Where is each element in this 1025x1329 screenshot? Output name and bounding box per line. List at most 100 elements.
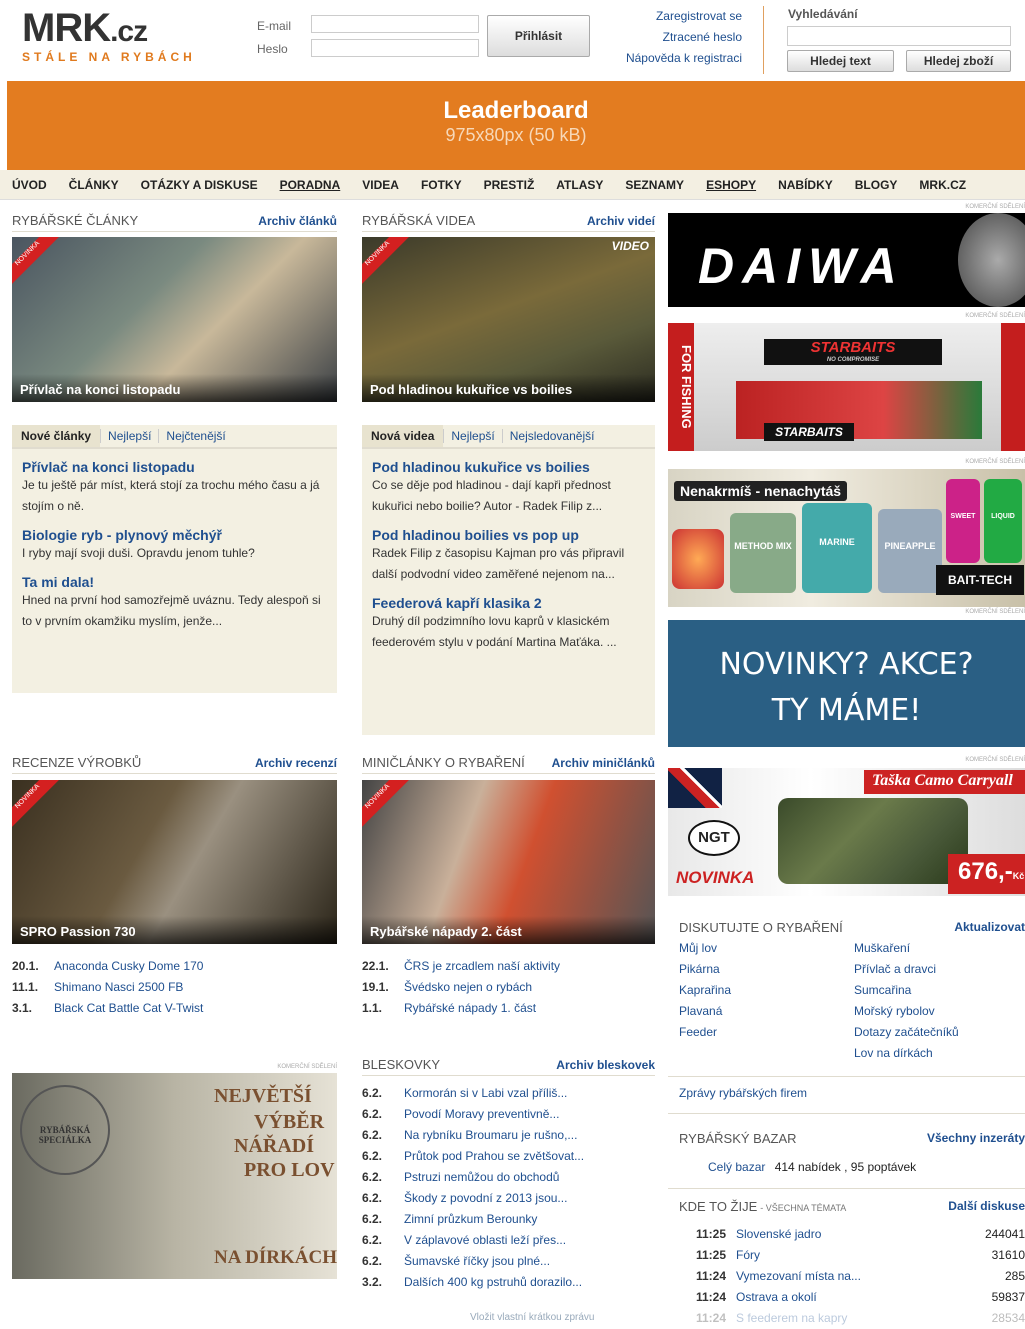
item-link[interactable]: Na rybníku Broumaru je rušno,... (404, 1128, 577, 1142)
forum-link[interactable]: Plavaná (679, 1004, 722, 1018)
register-link[interactable]: Zaregistrovat se (600, 9, 742, 23)
search-input[interactable] (787, 26, 1011, 46)
tab-best-videos[interactable]: Nejlepší (443, 429, 501, 443)
forum-link[interactable]: Lov na dírkách (854, 1046, 933, 1060)
nav-item[interactable]: VIDEA (362, 178, 399, 192)
list-item[interactable]: 6.2. V záplavové oblasti leží přes... (362, 1230, 655, 1251)
tab-new-videos[interactable]: Nová videa (362, 425, 444, 447)
item-link[interactable]: Švédsko nejen o rybách (404, 980, 532, 994)
article-title[interactable]: Ta mi dala! (22, 574, 337, 590)
list-item[interactable]: 6.2. Šumavské říčky jsou plné... (362, 1251, 655, 1272)
nav-item[interactable]: NABÍDKY (778, 178, 833, 192)
list-item[interactable]: 3.1. Black Cat Battle Cat V-Twist (12, 998, 337, 1019)
article-title[interactable]: Biologie ryb - plynový měchýř (22, 527, 337, 543)
reviews-archive-link[interactable]: Archiv recenzí (255, 756, 337, 770)
list-item[interactable]: 11:25 Slovenské jadro 244041 (696, 1224, 1025, 1245)
item-link[interactable]: Zimní průzkum Berounky (404, 1212, 537, 1226)
list-item[interactable]: 6.2. Pstruzi nemůžou do obchodů (362, 1167, 655, 1188)
item-link[interactable]: Ostrava a okolí (736, 1287, 992, 1308)
nav-item[interactable]: PORADNA (280, 178, 341, 192)
forum-link[interactable]: Feeder (679, 1025, 717, 1039)
item-link[interactable]: Šumavské říčky jsou plné... (404, 1254, 550, 1268)
articles-archive-link[interactable]: Archiv článků (258, 214, 337, 228)
list-item[interactable]: 3.2. Dalších 400 kg pstruhů dorazilo... (362, 1272, 655, 1293)
bazar-all-link[interactable]: Všechny inzeráty (927, 1131, 1025, 1145)
nav-item[interactable]: ESHOPY (706, 178, 756, 192)
list-item[interactable]: 11:24 Vymezovaní místa na... 285 (696, 1266, 1025, 1287)
discuss-refresh-link[interactable]: Aktualizovat (954, 920, 1025, 934)
news-add-link[interactable]: Vložit vlastní krátkou zprávu (470, 1312, 595, 1323)
baittech-ad[interactable]: Nenakrmíš - nenachytáš METHOD MIX MARINE… (668, 469, 1025, 607)
item-link[interactable]: Kormorán si v Labi vzal příliš... (404, 1086, 567, 1100)
item-link[interactable]: ČRS je zrcadlem naší aktivity (404, 959, 560, 973)
nav-item[interactable]: OTÁZKY A DISKUSE (141, 178, 258, 192)
nav-item[interactable]: ATLASY (556, 178, 603, 192)
firms-news-text[interactable]: Zprávy rybářských firem (679, 1086, 807, 1100)
list-item[interactable]: 6.2. Na rybníku Broumaru je rušno,... (362, 1125, 655, 1146)
list-item[interactable]: 6.2. Škody z povodní z 2013 jsou... (362, 1188, 655, 1209)
list-item[interactable]: 11:24 S feederem na kapry 28534 (696, 1308, 1025, 1329)
search-goods-button[interactable]: Hledej zboží (906, 50, 1011, 72)
item-link[interactable]: Slovenské jadro (736, 1224, 985, 1245)
video-title[interactable]: Pod hladinou boilies vs pop up (372, 527, 655, 543)
nav-item[interactable]: MRK.CZ (919, 178, 966, 192)
novinky-ad[interactable]: NOVINKY? AKCE? TY MÁME! (668, 620, 1025, 747)
article-title[interactable]: Přívlač na konci listopadu (22, 459, 337, 475)
leaderboard-banner[interactable]: Leaderboard 975x80px (50 kB) (7, 81, 1025, 170)
mini-archive-link[interactable]: Archiv miničlánků (552, 756, 655, 770)
lost-password-link[interactable]: Ztracené heslo (600, 30, 742, 44)
video-title[interactable]: Pod hladinou kukuřice vs boilies (372, 459, 655, 475)
live-more-link[interactable]: Další diskuse (948, 1199, 1025, 1213)
bazar-link[interactable]: Celý bazar (708, 1160, 765, 1174)
register-help-link[interactable]: Nápověda k registraci (600, 51, 742, 65)
list-item[interactable]: 22.1. ČRS je zrcadlem naší aktivity (362, 956, 655, 977)
videos-photo[interactable]: NOVINKA VIDEO Pod hladinou kukuřice vs b… (362, 237, 655, 402)
forum-link[interactable]: Sumcařina (854, 983, 911, 997)
list-item[interactable]: 6.2. Průtok pod Prahou se zvětšovat... (362, 1146, 655, 1167)
list-item[interactable]: 6.2. Zimní průzkum Berounky (362, 1209, 655, 1230)
item-link[interactable]: Anaconda Cusky Dome 170 (54, 959, 203, 973)
list-item[interactable]: 19.1. Švédsko nejen o rybách (362, 977, 655, 998)
firms-news-link[interactable]: Zprávy rybářských firem (679, 1086, 807, 1100)
tab-most-read[interactable]: Nejčtenější (158, 429, 232, 443)
item-link[interactable]: Průtok pod Prahou se zvětšovat... (404, 1149, 584, 1163)
forum-link[interactable]: Můj lov (679, 941, 717, 955)
nav-item[interactable]: PRESTIŽ (484, 178, 535, 192)
daiwa-ad[interactable]: DAIWA (668, 213, 1025, 307)
tab-best-articles[interactable]: Nejlepší (100, 429, 158, 443)
news-archive-link[interactable]: Archiv bleskovek (556, 1058, 655, 1072)
item-link[interactable]: V záplavové oblasti leží přes... (404, 1233, 566, 1247)
item-link[interactable]: Rybářské nápady 1. část (404, 1001, 536, 1015)
nav-item[interactable]: ČLÁNKY (69, 178, 119, 192)
item-link[interactable]: Shimano Nasci 2500 FB (54, 980, 183, 994)
forum-link[interactable]: Pikárna (679, 962, 720, 976)
site-logo[interactable]: MRK.cz STÁLE NA RYBÁCH (22, 8, 202, 64)
login-button[interactable]: Přihlásit (487, 15, 590, 57)
list-item[interactable]: 11.1. Shimano Nasci 2500 FB (12, 977, 337, 998)
forum-link[interactable]: Dotazy začátečníků (854, 1025, 959, 1039)
item-link[interactable]: Škody z povodní z 2013 jsou... (404, 1191, 567, 1205)
email-field[interactable] (311, 15, 479, 33)
list-item[interactable]: 11:25 Fóry 31610 (696, 1245, 1025, 1266)
password-field[interactable] (311, 39, 479, 57)
nav-item[interactable]: FOTKY (421, 178, 462, 192)
item-link[interactable]: Dalších 400 kg pstruhů dorazilo... (404, 1275, 582, 1289)
special-ad[interactable]: RYBÁŘSKÁ SPECIÁLKA NEJVĚTŠÍ VÝBĚR NÁŘADÍ… (12, 1073, 337, 1279)
starbaits-ad[interactable]: FOR FISHING STARBAITS NO COMPROMISE STARB… (668, 323, 1025, 451)
nav-item[interactable]: BLOGY (855, 178, 898, 192)
forum-link[interactable]: Muškaření (854, 941, 910, 955)
nav-item[interactable]: SEZNAMY (625, 178, 684, 192)
list-item[interactable]: 1.1. Rybářské nápady 1. část (362, 998, 655, 1019)
list-item[interactable]: 6.2. Povodí Moravy preventivně... (362, 1104, 655, 1125)
item-link[interactable]: Black Cat Battle Cat V-Twist (54, 1001, 203, 1015)
mini-photo[interactable]: NOVINKA Rybářské nápady 2. část (362, 780, 655, 944)
articles-photo[interactable]: NOVINKA Přívlač na konci listopadu (12, 237, 337, 402)
item-link[interactable]: Fóry (736, 1245, 992, 1266)
list-item[interactable]: 20.1. Anaconda Cusky Dome 170 (12, 956, 337, 977)
item-link[interactable]: Pstruzi nemůžou do obchodů (404, 1170, 559, 1184)
item-link[interactable]: Povodí Moravy preventivně... (404, 1107, 559, 1121)
list-item[interactable]: 11:24 Ostrava a okolí 59837 (696, 1287, 1025, 1308)
videos-archive-link[interactable]: Archiv videí (587, 214, 655, 228)
tab-most-watched[interactable]: Nejsledovanější (501, 429, 602, 443)
list-item[interactable]: 6.2. Kormorán si v Labi vzal příliš... (362, 1083, 655, 1104)
